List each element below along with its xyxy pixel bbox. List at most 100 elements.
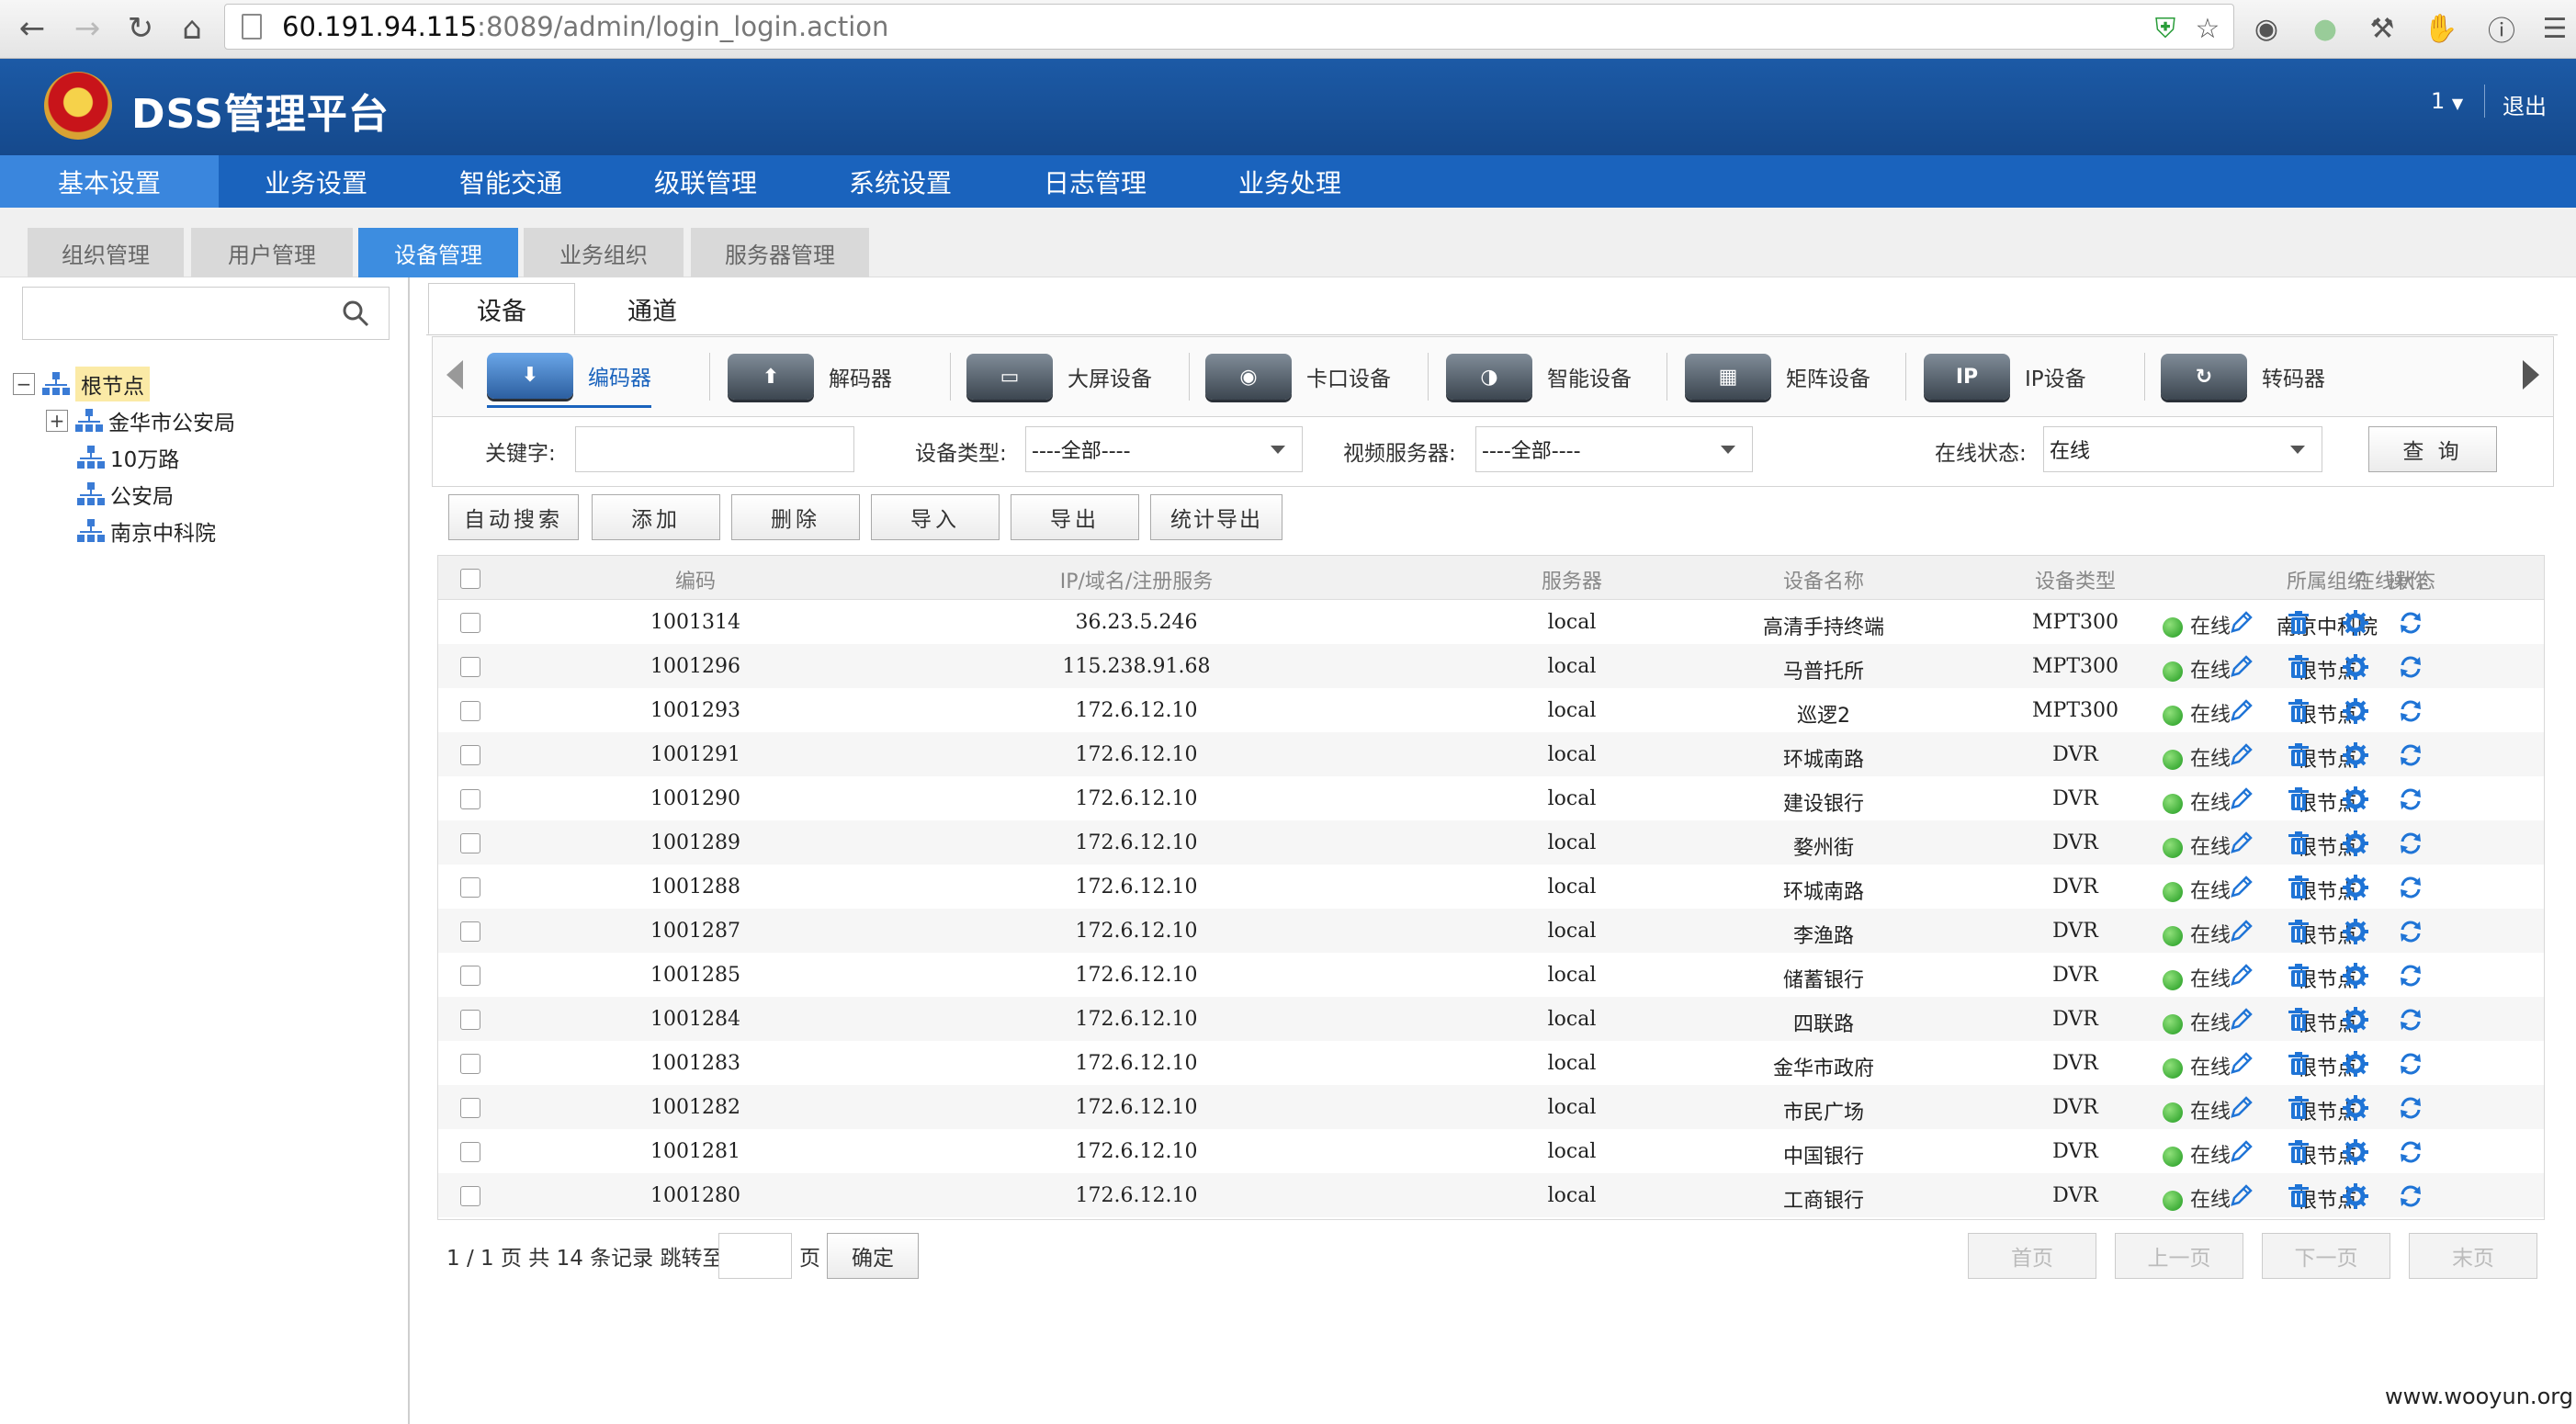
trash-icon[interactable] xyxy=(2285,609,2312,637)
select-all-checkbox[interactable] xyxy=(460,569,480,589)
trash-icon[interactable] xyxy=(2285,1182,2312,1210)
tab-business-org[interactable]: 业务组织 xyxy=(524,228,684,277)
refresh-icon[interactable] xyxy=(2397,653,2424,681)
page-confirm-button[interactable]: 确定 xyxy=(827,1233,919,1279)
reload-icon[interactable]: ↻ xyxy=(118,6,164,51)
table-row[interactable]: 1001282 172.6.12.10 local 市民广场 DVR 根节点 在线 xyxy=(438,1085,2544,1129)
edit-icon[interactable] xyxy=(2228,1138,2255,1166)
logout-link[interactable]: 退出 xyxy=(2503,88,2547,120)
next-page-button[interactable]: 下一页 xyxy=(2262,1233,2390,1279)
query-button[interactable]: 查 询 xyxy=(2368,426,2497,472)
refresh-icon[interactable] xyxy=(2397,697,2424,725)
trash-icon[interactable] xyxy=(2285,1094,2312,1122)
add-button[interactable]: 添加 xyxy=(592,494,720,540)
trash-icon[interactable] xyxy=(2285,785,2312,813)
export-button[interactable]: 导出 xyxy=(1011,494,1139,540)
edit-icon[interactable] xyxy=(2228,697,2255,725)
table-row[interactable]: 1001291 172.6.12.10 local 环城南路 DVR 根节点 在线 xyxy=(438,732,2544,776)
device-type-checkpoint[interactable]: ◉ 卡口设备 xyxy=(1205,345,1391,408)
address-bar[interactable]: 60.191.94.115:8089/admin/login_login.act… xyxy=(224,4,2234,50)
col-device-type[interactable]: 设备类型 xyxy=(1983,565,2167,594)
stats-export-button[interactable]: 统计导出 xyxy=(1150,494,1282,540)
settings-gear-icon[interactable] xyxy=(2342,874,2369,901)
import-button[interactable]: 导入 xyxy=(871,494,1000,540)
settings-gear-icon[interactable] xyxy=(2342,1138,2369,1166)
settings-gear-icon[interactable] xyxy=(2342,1006,2369,1034)
row-checkbox[interactable] xyxy=(460,701,480,721)
table-row[interactable]: 1001283 172.6.12.10 local 金华市政府 DVR 根节点 在线 xyxy=(438,1041,2544,1085)
trash-icon[interactable] xyxy=(2285,874,2312,901)
trash-icon[interactable] xyxy=(2285,1006,2312,1034)
table-row[interactable]: 1001288 172.6.12.10 local 环城南路 DVR 根节点 在线 xyxy=(438,865,2544,909)
settings-gear-icon[interactable] xyxy=(2342,1182,2369,1210)
edit-icon[interactable] xyxy=(2228,830,2255,857)
refresh-icon[interactable] xyxy=(2397,609,2424,637)
hand-extension-icon[interactable]: ✋ xyxy=(2423,11,2458,46)
edit-icon[interactable] xyxy=(2228,609,2255,637)
table-row[interactable]: 1001280 172.6.12.10 local 工商银行 DVR 根节点 在线 xyxy=(438,1173,2544,1217)
mask-extension-icon[interactable]: ◉ xyxy=(2249,11,2284,46)
row-checkbox[interactable] xyxy=(460,877,480,898)
refresh-icon[interactable] xyxy=(2397,1006,2424,1034)
tree-search-input[interactable] xyxy=(22,287,390,340)
tab-device-management[interactable]: 设备管理 xyxy=(358,228,518,277)
table-row[interactable]: 1001287 172.6.12.10 local 李渔路 DVR 根节点 在线 xyxy=(438,909,2544,953)
trash-icon[interactable] xyxy=(2285,918,2312,945)
col-device-name[interactable]: 设备名称 xyxy=(1732,565,1915,594)
settings-gear-icon[interactable] xyxy=(2342,1050,2369,1078)
expand-icon[interactable]: + xyxy=(46,410,68,432)
home-icon[interactable]: ⌂ xyxy=(169,6,215,51)
edit-icon[interactable] xyxy=(2228,1050,2255,1078)
tab-device[interactable]: 设备 xyxy=(428,283,575,334)
video-server-select[interactable]: ----全部---- xyxy=(1475,426,1753,472)
device-type-decoder[interactable]: ⬆ 解码器 xyxy=(728,345,892,408)
tree-node-jinhua-police[interactable]: + 金华市公安局 xyxy=(46,404,235,437)
edit-icon[interactable] xyxy=(2228,1094,2255,1122)
row-checkbox[interactable] xyxy=(460,833,480,853)
device-type-encoder[interactable]: ⬇ 编码器 xyxy=(487,345,651,408)
trash-icon[interactable] xyxy=(2285,697,2312,725)
settings-gear-icon[interactable] xyxy=(2342,697,2369,725)
main-nav-cascade[interactable]: 级联管理 xyxy=(608,155,803,208)
settings-gear-icon[interactable] xyxy=(2342,653,2369,681)
device-type-matrix[interactable]: ▦ 矩阵设备 xyxy=(1685,345,1870,408)
trash-icon[interactable] xyxy=(2285,830,2312,857)
table-row[interactable]: 1001290 172.6.12.10 local 建设银行 DVR 根节点 在线 xyxy=(438,776,2544,820)
row-checkbox[interactable] xyxy=(460,657,480,677)
table-row[interactable]: 1001284 172.6.12.10 local 四联路 DVR 根节点 在线 xyxy=(438,997,2544,1041)
refresh-icon[interactable] xyxy=(2397,830,2424,857)
edit-icon[interactable] xyxy=(2228,1182,2255,1210)
trash-icon[interactable] xyxy=(2285,962,2312,989)
row-checkbox[interactable] xyxy=(460,745,480,765)
last-page-button[interactable]: 末页 xyxy=(2409,1233,2537,1279)
tree-node-police-bureau[interactable]: 公安局 xyxy=(77,478,174,511)
edit-icon[interactable] xyxy=(2228,918,2255,945)
tab-channel[interactable]: 通道 xyxy=(581,283,724,334)
trash-icon[interactable] xyxy=(2285,653,2312,681)
device-type-ip[interactable]: IP IP设备 xyxy=(1924,345,2086,408)
main-nav-log[interactable]: 日志管理 xyxy=(998,155,1192,208)
row-checkbox[interactable] xyxy=(460,613,480,633)
settings-gear-icon[interactable] xyxy=(2342,1094,2369,1122)
first-page-button[interactable]: 首页 xyxy=(1968,1233,2096,1279)
info-icon[interactable]: ⓘ xyxy=(2484,11,2519,48)
trash-icon[interactable] xyxy=(2285,1138,2312,1166)
main-nav-system-settings[interactable]: 系统设置 xyxy=(803,155,998,208)
refresh-icon[interactable] xyxy=(2397,1050,2424,1078)
circle-extension-icon[interactable]: ● xyxy=(2308,11,2343,46)
settings-gear-icon[interactable] xyxy=(2342,741,2369,769)
settings-gear-icon[interactable] xyxy=(2342,918,2369,945)
refresh-icon[interactable] xyxy=(2397,874,2424,901)
settings-gear-icon[interactable] xyxy=(2342,609,2369,637)
back-icon[interactable]: ← xyxy=(9,6,55,51)
refresh-icon[interactable] xyxy=(2397,741,2424,769)
refresh-icon[interactable] xyxy=(2397,1138,2424,1166)
tab-org-management[interactable]: 组织管理 xyxy=(28,228,184,277)
table-row[interactable]: 1001293 172.6.12.10 local 巡逻2 MPT300 根节点 在线 xyxy=(438,688,2544,732)
menu-icon[interactable]: ☰ xyxy=(2537,11,2572,46)
row-checkbox[interactable] xyxy=(460,1186,480,1206)
tab-server-management[interactable]: 服务器管理 xyxy=(691,228,869,277)
table-row[interactable]: 1001285 172.6.12.10 local 储蓄银行 DVR 根节点 在线 xyxy=(438,953,2544,997)
col-code[interactable]: 编码 xyxy=(604,565,787,594)
main-nav-business-settings[interactable]: 业务设置 xyxy=(219,155,413,208)
